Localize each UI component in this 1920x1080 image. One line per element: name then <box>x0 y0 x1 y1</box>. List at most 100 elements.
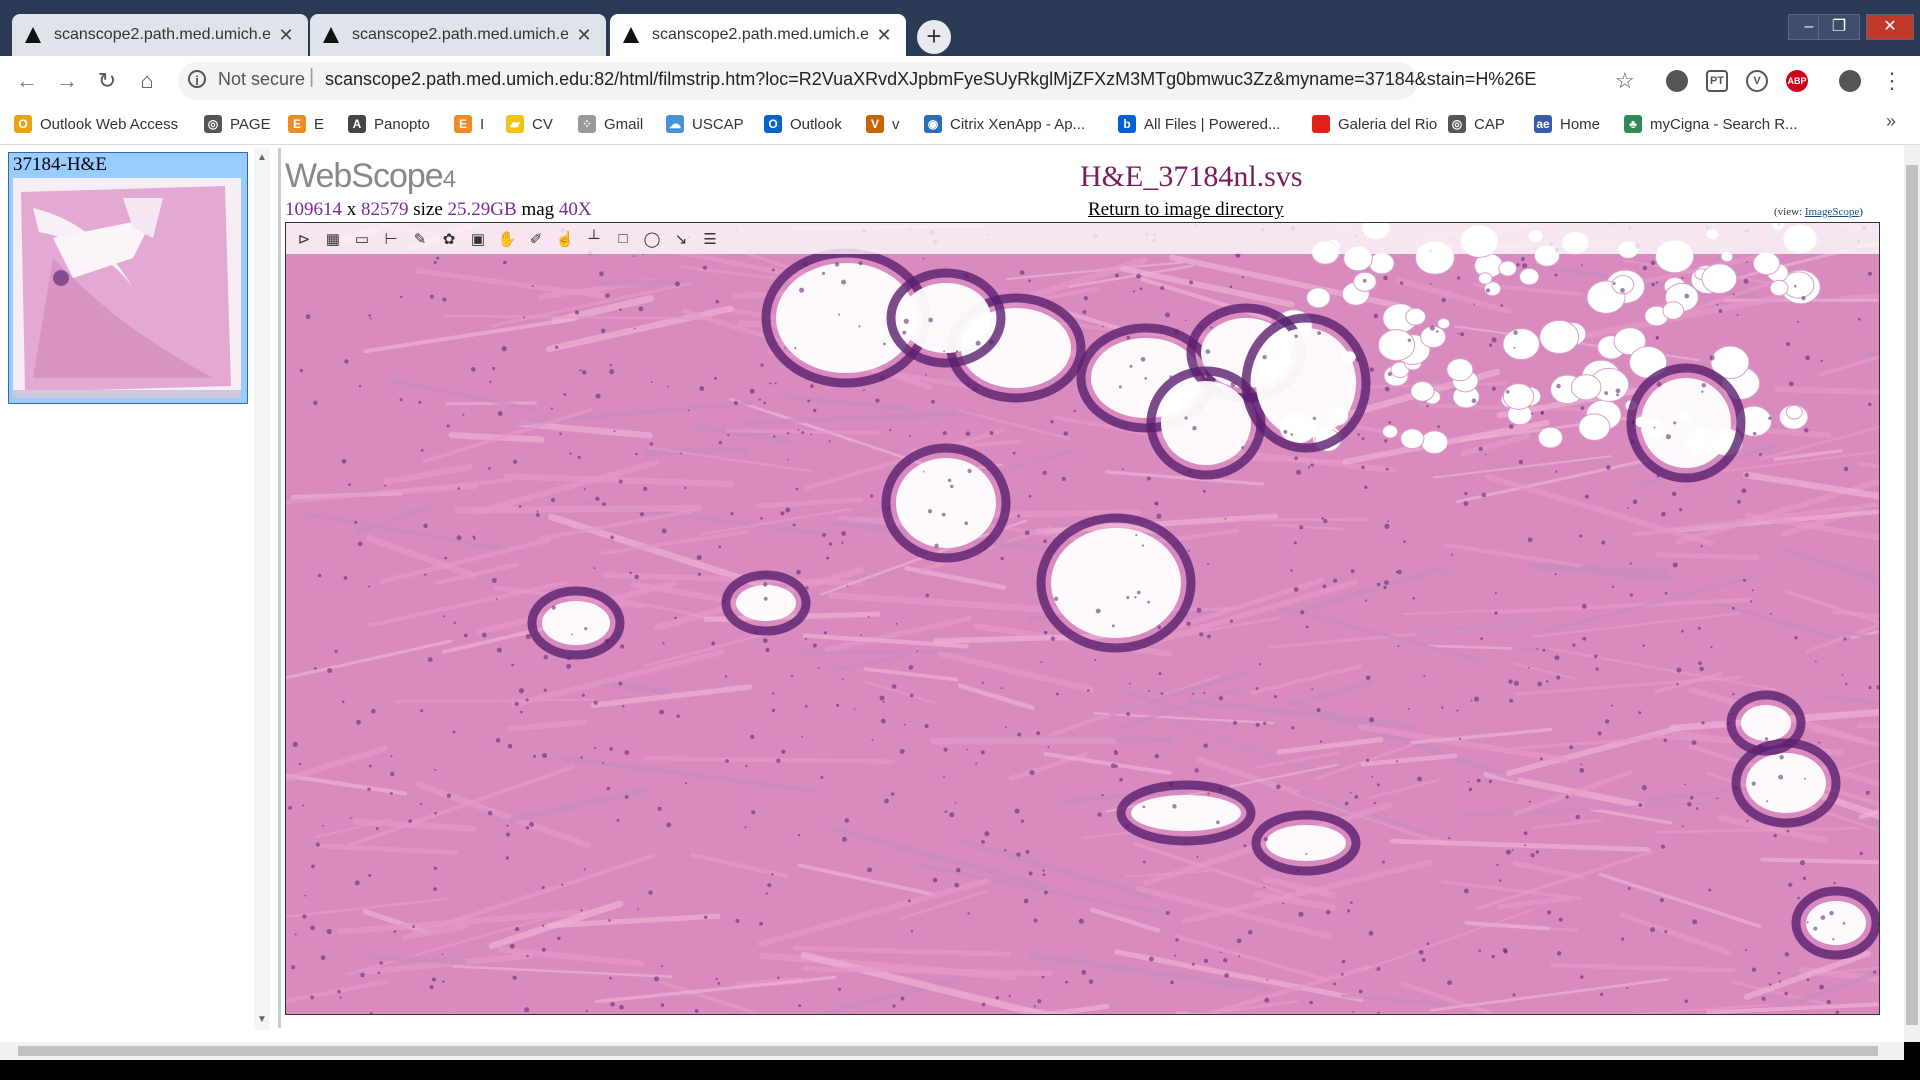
bookmark-label: v <box>892 115 900 133</box>
page-scrollbar-thumb[interactable] <box>1906 165 1918 1025</box>
bookmark-item[interactable]: ◎ CAP <box>1448 110 1505 138</box>
ruler-icon[interactable]: ┴ <box>582 228 606 250</box>
bookmark-item[interactable]: Galeria del Rio <box>1312 110 1437 138</box>
new-tab-button[interactable]: + <box>917 20 951 54</box>
reload-icon[interactable]: ↻ <box>92 66 122 96</box>
bookmark-item[interactable]: ◉ Citrix XenApp - Ap... <box>924 110 1085 138</box>
browser-tab-1[interactable]: scanscope2.path.med.umich.edu ✕ <box>12 14 308 56</box>
info-icon[interactable]: i <box>188 70 206 88</box>
dimension-separator: x <box>346 199 357 220</box>
home-icon[interactable]: ⊳ <box>292 228 316 250</box>
tab-title: scanscope2.path.med.umich.edu <box>352 26 568 43</box>
panopto-icon: A <box>348 115 366 133</box>
slide-viewer[interactable] <box>285 222 1880 1015</box>
bookmark-label: PAGE <box>230 115 271 133</box>
outlook-icon: O <box>764 115 782 133</box>
bookmark-item[interactable]: ae Home <box>1534 110 1600 138</box>
tab-title: scanscope2.path.med.umich.edu <box>652 26 868 43</box>
extension-v-icon[interactable]: V <box>1746 70 1768 92</box>
bookmark-item[interactable]: b All Files | Powered... <box>1118 110 1280 138</box>
bookmark-item[interactable]: O Outlook <box>764 110 842 138</box>
v-icon: V <box>866 115 884 133</box>
imagescope-link[interactable]: ImageScope <box>1805 206 1859 218</box>
tab-close-icon[interactable]: ✕ <box>874 25 894 46</box>
aperio-favicon-icon <box>25 27 41 43</box>
view-in-imagescope: (view: ImageScope) <box>1774 206 1863 218</box>
image-height: 82579 <box>361 199 409 220</box>
tree-icon: ♣ <box>1624 115 1642 133</box>
filmstrip-slide-label: 37184-H&E <box>13 154 107 175</box>
bookmark-label: E <box>314 115 325 133</box>
e-icon: E <box>454 115 472 133</box>
url-text[interactable]: scanscope2.path.med.umich.edu:82/html/fi… <box>325 69 1536 90</box>
tab-close-icon[interactable]: ✕ <box>276 25 296 46</box>
bookmark-item[interactable]: ♣ myCigna - Search R... <box>1624 110 1798 138</box>
aperio-favicon-icon <box>323 27 339 43</box>
bookmark-item[interactable]: ◎ PAGE <box>204 110 271 138</box>
size-label: size <box>413 199 443 220</box>
bookmark-label: Gmail <box>604 115 644 133</box>
maximize-icon[interactable]: ❐ <box>1818 14 1860 40</box>
bookmarks-overflow-icon[interactable]: » <box>1876 106 1906 136</box>
webscope-logo: WebScope4 <box>285 157 456 196</box>
folder-icon: ▰ <box>506 115 524 133</box>
return-to-directory-link[interactable]: Return to image directory <box>1088 199 1284 221</box>
extension-pt-icon[interactable]: PT <box>1706 70 1728 92</box>
bookmark-label: Citrix XenApp - Ap... <box>950 115 1086 133</box>
browser-tab-3-active[interactable]: scanscope2.path.med.umich.edu ✕ <box>610 14 906 56</box>
bookmark-item[interactable]: EI <box>454 110 484 138</box>
logo-version: 4 <box>442 166 456 193</box>
pan-hand-icon[interactable]: ✋ <box>495 228 519 250</box>
zoom-hand-icon[interactable]: ☝ <box>553 228 577 250</box>
filmstrip-scrollbar[interactable]: ▲ ▼ <box>254 148 270 1030</box>
mag-label: mag <box>521 199 555 220</box>
pen-icon[interactable]: ✐ <box>524 228 548 250</box>
view-prefix: (view: <box>1774 206 1803 218</box>
adblock-icon[interactable]: ABP <box>1786 70 1808 92</box>
office-icon: O <box>14 115 32 133</box>
slide-thumbnail-image <box>13 178 241 398</box>
bookmark-item[interactable]: O Outlook Web Access <box>14 110 178 138</box>
bookmark-item[interactable]: Vv <box>866 110 900 138</box>
ae-icon: ae <box>1534 115 1552 133</box>
list-icon[interactable]: ☰ <box>698 228 722 250</box>
bookmark-star-icon[interactable]: ☆ <box>1615 68 1635 94</box>
bookmark-item[interactable]: ☁ USCAP <box>666 110 744 138</box>
ellipse-icon[interactable]: ◯ <box>640 228 664 250</box>
back-arrow-icon[interactable]: ← <box>12 66 42 96</box>
square-icon <box>1312 115 1330 133</box>
bookmark-item[interactable]: ▰ CV <box>506 110 553 138</box>
bookmark-item[interactable]: ⁘ Gmail <box>578 110 643 138</box>
bookmark-label: Outlook <box>790 115 842 133</box>
save-icon[interactable]: ▣ <box>466 228 490 250</box>
loading-icon: ⁘ <box>578 115 596 133</box>
menu-kebab-icon[interactable]: ⋮ <box>1877 66 1907 96</box>
bookmark-item[interactable]: A Panopto <box>348 110 430 138</box>
url-separator: | <box>309 66 315 88</box>
slide-label-icon[interactable]: ⊢ <box>379 228 403 250</box>
profile-avatar-icon[interactable] <box>1839 70 1861 92</box>
slide-thumbnail[interactable] <box>13 178 241 398</box>
box-icon: b <box>1118 115 1136 133</box>
aperio-favicon-icon <box>623 27 639 43</box>
forward-arrow-icon[interactable]: → <box>52 66 82 96</box>
arrow-icon[interactable]: ↘ <box>669 228 693 250</box>
bookmark-label: Panopto <box>374 115 430 133</box>
bookmark-label: Outlook Web Access <box>40 115 179 133</box>
horizontal-scrollbar-thumb[interactable] <box>18 1046 1878 1056</box>
tab-close-icon[interactable]: ✕ <box>574 25 594 46</box>
citrix-icon: ◉ <box>924 115 942 133</box>
bookmark-label: USCAP <box>692 115 744 133</box>
annotation-icon[interactable]: ✎ <box>408 228 432 250</box>
bookmark-item[interactable]: EE <box>288 110 324 138</box>
window-close-icon[interactable]: ✕ <box>1866 14 1914 40</box>
scalebar-icon[interactable]: ▭ <box>350 228 374 250</box>
thumbnail-icon[interactable]: ▦ <box>321 228 345 250</box>
extension-circle-icon[interactable] <box>1666 70 1688 92</box>
color-icon[interactable]: ✿ <box>437 228 461 250</box>
rectangle-icon[interactable]: □ <box>611 228 635 250</box>
home-icon[interactable]: ⌂ <box>132 66 162 96</box>
bookmark-label: Home <box>1560 115 1601 133</box>
histology-image[interactable] <box>286 223 1880 1015</box>
browser-tab-2[interactable]: scanscope2.path.med.umich.edu ✕ <box>310 14 606 56</box>
